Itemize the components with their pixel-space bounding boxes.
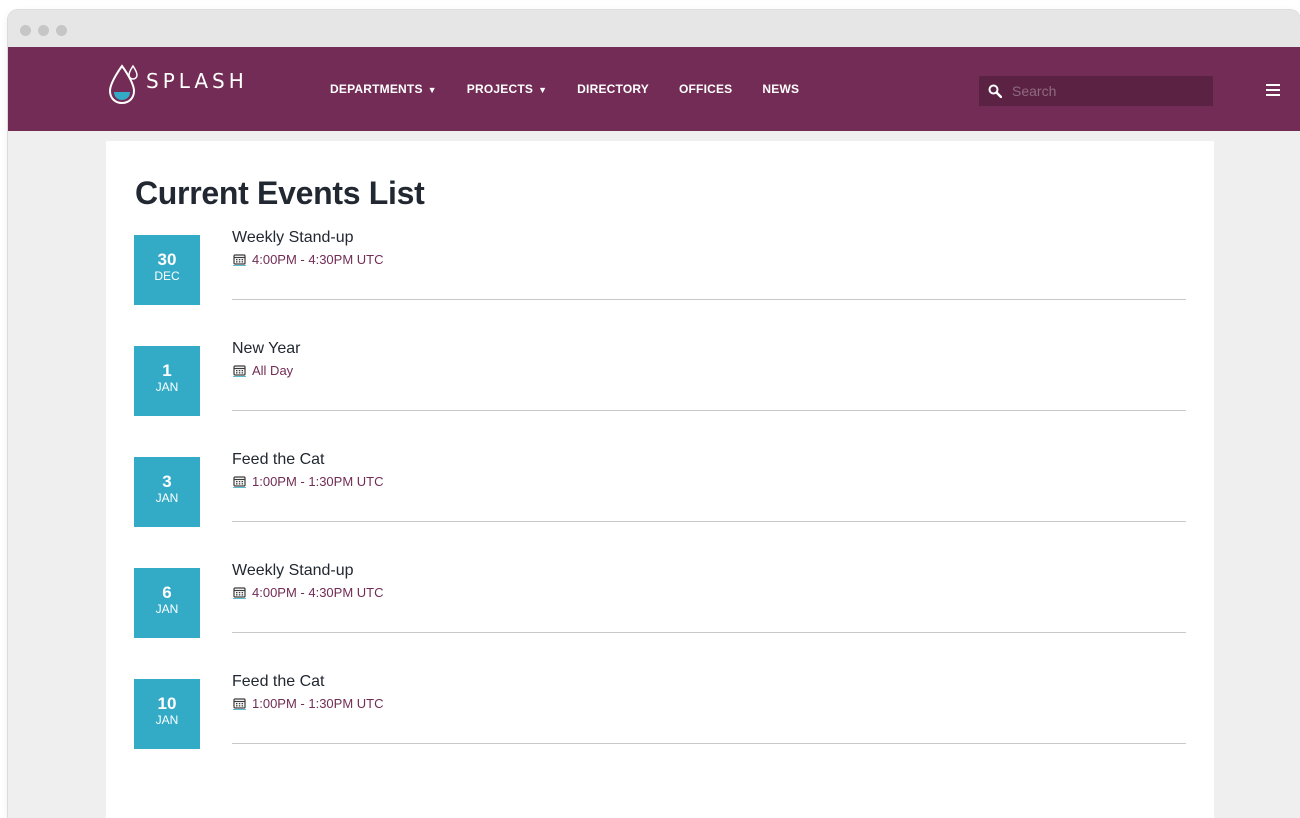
event-item: 6 JAN Weekly Stand-up 4:00PM - 4:30PM UT… bbox=[134, 562, 1186, 679]
hamburger-menu-icon[interactable] bbox=[1266, 84, 1280, 96]
divider bbox=[232, 521, 1186, 522]
site-logo[interactable]: SPLASH bbox=[108, 57, 248, 109]
divider bbox=[232, 743, 1186, 744]
event-month: DEC bbox=[154, 269, 180, 283]
search-icon bbox=[988, 84, 1002, 98]
event-title-link[interactable]: Weekly Stand-up bbox=[232, 562, 354, 580]
window-titlebar bbox=[8, 10, 1300, 47]
event-day: 10 bbox=[157, 694, 177, 713]
nav-item-label: DEPARTMENTS bbox=[330, 82, 423, 96]
event-item: 10 JAN Feed the Cat 1:00PM - 1:30PM UTC bbox=[134, 673, 1186, 790]
event-day: 3 bbox=[162, 472, 172, 491]
calendar-icon bbox=[233, 254, 246, 266]
event-date-badge[interactable]: 10 JAN bbox=[134, 679, 200, 749]
chevron-down-icon: ▼ bbox=[427, 85, 437, 95]
divider bbox=[232, 299, 1186, 300]
divider bbox=[232, 410, 1186, 411]
chevron-down-icon: ▼ bbox=[538, 85, 548, 95]
divider bbox=[232, 632, 1186, 633]
logo-wordmark: SPLASH bbox=[146, 69, 248, 93]
nav-item-projects[interactable]: PROJECTS ▼ bbox=[467, 82, 547, 96]
event-title-link[interactable]: Feed the Cat bbox=[232, 673, 325, 691]
nav-item-departments[interactable]: DEPARTMENTS ▼ bbox=[330, 82, 437, 96]
event-day: 6 bbox=[162, 583, 172, 602]
calendar-icon bbox=[233, 365, 246, 377]
event-date-badge[interactable]: 3 JAN bbox=[134, 457, 200, 527]
search-box bbox=[979, 76, 1213, 106]
event-time-link[interactable]: 4:00PM - 4:30PM UTC bbox=[233, 585, 384, 600]
event-title-link[interactable]: Weekly Stand-up bbox=[232, 229, 354, 247]
event-month: JAN bbox=[155, 380, 179, 394]
event-item: 3 JAN Feed the Cat 1:00PM - 1:30PM UTC bbox=[134, 451, 1186, 568]
event-time: All Day bbox=[252, 363, 294, 378]
event-time: 4:00PM - 4:30PM UTC bbox=[252, 585, 384, 600]
event-month: JAN bbox=[155, 491, 179, 505]
event-month: JAN bbox=[155, 713, 179, 727]
window-minimize-button[interactable] bbox=[38, 25, 49, 36]
calendar-icon bbox=[233, 698, 246, 710]
nav-item-label: PROJECTS bbox=[466, 82, 534, 96]
event-date-badge[interactable]: 6 JAN bbox=[134, 568, 200, 638]
event-time: 4:00PM - 4:30PM UTC bbox=[252, 252, 384, 267]
event-day: 1 bbox=[162, 361, 172, 380]
event-month: JAN bbox=[155, 602, 179, 616]
search-input[interactable] bbox=[1010, 82, 1194, 100]
event-title-link[interactable]: New Year bbox=[232, 340, 301, 358]
event-time-link[interactable]: All Day bbox=[233, 363, 293, 378]
event-item: 1 JAN New Year All Day bbox=[134, 340, 1186, 457]
water-drop-icon bbox=[108, 64, 138, 105]
event-date-badge[interactable]: 1 JAN bbox=[134, 346, 200, 416]
main-content: Current Events List 30 DEC Weekly Stand-… bbox=[106, 141, 1214, 818]
nav-item-label: DIRECTORY bbox=[577, 82, 649, 96]
page-title: Current Events List bbox=[135, 175, 425, 211]
site-navbar: SPLASH DEPARTMENTS ▼ PROJECTS ▼ DIRECTOR… bbox=[8, 47, 1300, 131]
browser-window: SPLASH DEPARTMENTS ▼ PROJECTS ▼ DIRECTOR… bbox=[8, 10, 1300, 818]
window-zoom-button[interactable] bbox=[56, 25, 67, 36]
main-menu: DEPARTMENTS ▼ PROJECTS ▼ DIRECTORY OFFIC… bbox=[330, 47, 829, 131]
calendar-icon bbox=[233, 476, 246, 488]
event-time: 1:00PM - 1:30PM UTC bbox=[252, 696, 384, 711]
calendar-icon bbox=[233, 587, 246, 599]
nav-item-news[interactable]: NEWS bbox=[762, 82, 799, 96]
nav-item-label: OFFICES bbox=[678, 82, 733, 96]
nav-item-offices[interactable]: OFFICES bbox=[679, 82, 732, 96]
nav-item-directory[interactable]: DIRECTORY bbox=[577, 82, 649, 96]
event-time-link[interactable]: 1:00PM - 1:30PM UTC bbox=[233, 474, 384, 489]
nav-item-label: NEWS bbox=[762, 82, 800, 96]
event-time: 1:00PM - 1:30PM UTC bbox=[252, 474, 384, 489]
event-title-link[interactable]: Feed the Cat bbox=[232, 451, 325, 469]
event-item: 30 DEC Weekly Stand-up 4:00PM - 4:30PM U… bbox=[134, 229, 1186, 346]
event-day: 30 bbox=[157, 250, 177, 269]
event-time-link[interactable]: 1:00PM - 1:30PM UTC bbox=[233, 696, 384, 711]
event-time-link[interactable]: 4:00PM - 4:30PM UTC bbox=[233, 252, 384, 267]
window-close-button[interactable] bbox=[20, 25, 31, 36]
event-date-badge[interactable]: 30 DEC bbox=[134, 235, 200, 305]
